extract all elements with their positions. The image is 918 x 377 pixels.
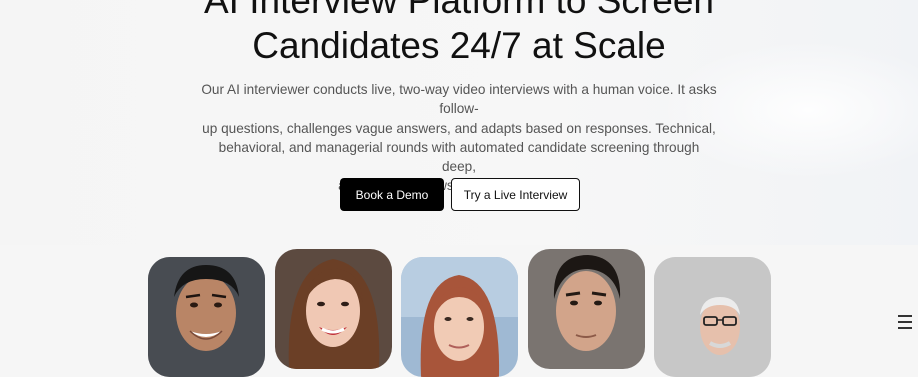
try-live-interview-button[interactable]: Try a Live Interview <box>451 178 580 211</box>
candidate-portrait-1 <box>148 257 265 377</box>
hero-description-line: behavioral, and managerial rounds with a… <box>218 139 700 175</box>
hero-title-line2: Candidates 24/7 at Scale <box>252 25 666 66</box>
hero-description-line: up questions, challenges vague answers, … <box>202 120 716 136</box>
hero-description-line: Our AI interviewer conducts live, two-wa… <box>201 82 717 117</box>
candidate-card-4 <box>528 249 645 369</box>
candidate-portrait-2 <box>275 249 392 369</box>
candidate-card-3 <box>401 257 518 377</box>
menu-icon-bar <box>898 327 912 329</box>
menu-icon-bar <box>898 321 912 323</box>
hero-title-line1: AI Interview Platform to Screen <box>204 0 714 21</box>
candidate-card-5 <box>654 257 771 377</box>
candidate-portrait-3 <box>401 257 518 377</box>
candidate-card-2 <box>275 249 392 369</box>
candidate-card-1 <box>148 257 265 377</box>
hamburger-menu-icon[interactable] <box>898 315 912 329</box>
book-demo-button[interactable]: Book a Demo <box>340 178 444 211</box>
candidate-portrait-4 <box>528 249 645 369</box>
candidate-portrait-5 <box>654 257 771 377</box>
menu-icon-bar <box>898 315 912 317</box>
